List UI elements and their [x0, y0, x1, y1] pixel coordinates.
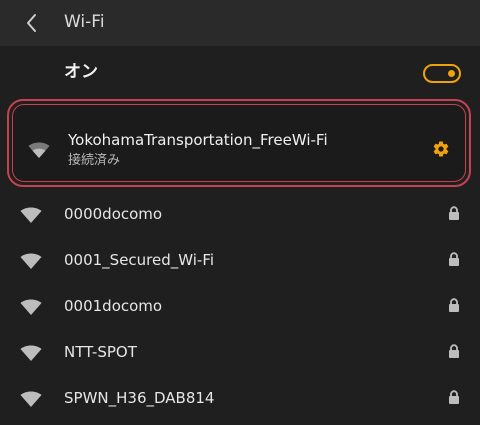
wifi-signal-icon	[20, 390, 42, 408]
network-list-item[interactable]: NTT-SPOT	[0, 330, 480, 376]
wifi-signal-icon	[20, 252, 42, 270]
network-ssid: 0000docomo	[64, 205, 163, 223]
network-list-item[interactable]: 0001_Secured_Wi-Fi	[0, 238, 480, 284]
wifi-toggle-row[interactable]: オン	[0, 48, 480, 98]
network-ssid: SPWN_H36_DAB814	[64, 389, 215, 407]
network-ssid: 0001_Secured_Wi-Fi	[64, 251, 215, 269]
lock-icon	[448, 298, 460, 313]
wifi-toggle-label: オン	[64, 62, 98, 82]
chevron-left-icon	[20, 11, 44, 35]
back-button[interactable]	[20, 11, 44, 35]
network-ssid: 0001docomo	[64, 297, 163, 315]
network-list-item[interactable]: SPWN_H36_DAB814	[0, 376, 480, 422]
app-header: Wi-Fi	[0, 0, 480, 46]
wifi-settings-screen: Wi-Fi オン YokohamaTransportation_FreeWi-F…	[0, 0, 480, 425]
page-title: Wi-Fi	[64, 12, 105, 32]
lock-icon	[448, 252, 460, 267]
wifi-signal-icon	[20, 206, 42, 224]
gear-icon[interactable]	[432, 140, 450, 158]
network-ssid: NTT-SPOT	[64, 343, 137, 361]
connected-network-status: 接続済み	[68, 153, 121, 168]
lock-icon	[448, 390, 460, 405]
connected-network-ssid: YokohamaTransportation_FreeWi-Fi	[68, 131, 328, 149]
wifi-signal-icon	[28, 141, 50, 159]
connected-network-card: YokohamaTransportation_FreeWi-Fi 接続済み	[12, 104, 466, 182]
wifi-toggle-switch[interactable]	[423, 64, 461, 83]
wifi-signal-icon	[20, 298, 42, 316]
connected-network-item[interactable]: YokohamaTransportation_FreeWi-Fi 接続済み	[7, 99, 471, 187]
toggle-knob	[448, 70, 455, 77]
network-list-item[interactable]: 0001docomo	[0, 284, 480, 330]
wifi-signal-icon	[20, 344, 42, 362]
network-list-item[interactable]: 0000docomo	[0, 192, 480, 238]
lock-icon	[448, 206, 460, 221]
lock-icon	[448, 344, 460, 359]
